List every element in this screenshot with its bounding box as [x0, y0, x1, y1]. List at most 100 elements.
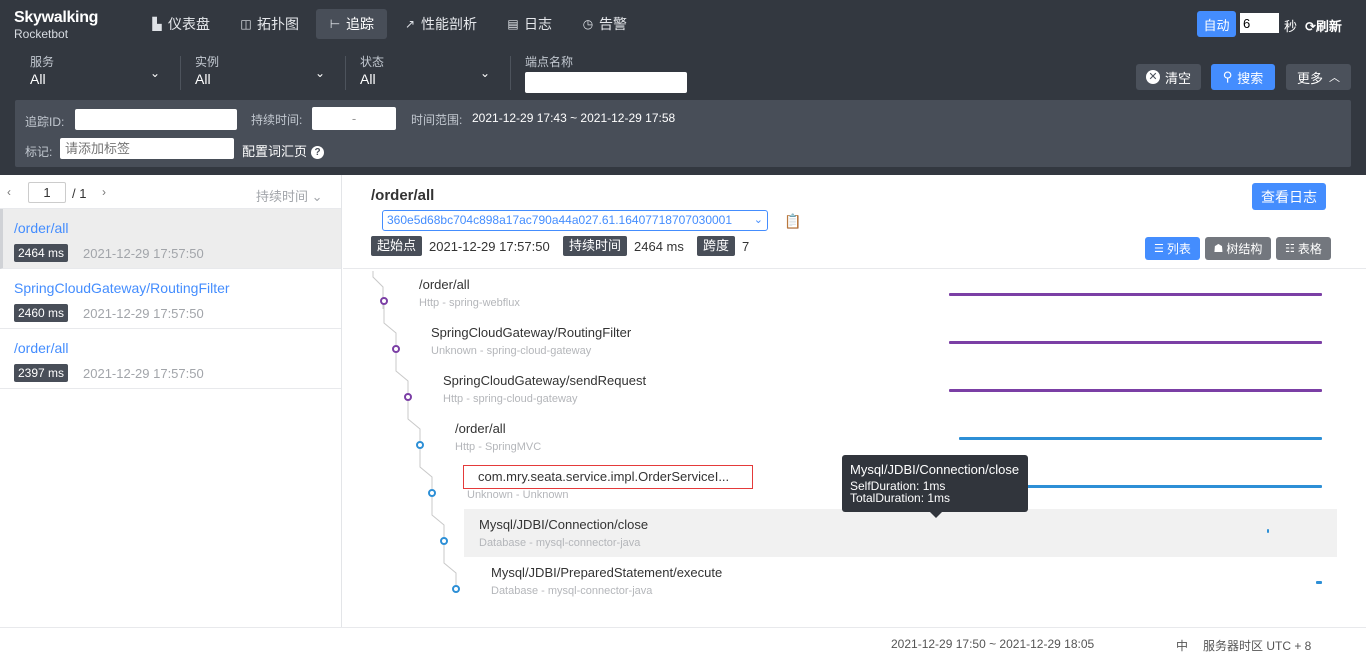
profile-icon: ↗ — [404, 17, 416, 31]
instance-value: All — [195, 71, 211, 87]
duration-value: 2464 ms — [634, 239, 684, 254]
span-count-tag: 跨度 — [697, 236, 736, 256]
trace-time: 2021-12-29 17:57:50 — [83, 246, 204, 261]
chevron-right-icon[interactable]: › — [102, 185, 106, 199]
trace-title: /order/all — [371, 187, 435, 204]
instance-select[interactable]: 实例 All ⌄ — [195, 54, 325, 92]
table-icon: ☷ — [1285, 243, 1295, 255]
trace-id-select[interactable]: 360e5d68bc704c898a17ac790a44a027.61.1640… — [382, 210, 768, 231]
span-name: SpringCloudGateway/sendRequest — [443, 373, 647, 388]
language-toggle[interactable]: 中 — [1176, 637, 1188, 654]
clipboard-icon[interactable]: 📋 — [784, 213, 801, 230]
span-duration-bar[interactable] — [1316, 581, 1322, 584]
brand-name: Skywalking — [14, 9, 99, 26]
more-button[interactable]: 更多 ︿ — [1286, 64, 1351, 90]
pagination: ‹ / 1 › 持续时间 ⌄ — [0, 175, 341, 209]
trace-duration-badge: 2464 ms — [14, 244, 69, 262]
span-name: /order/all — [455, 421, 506, 436]
span-duration-bar[interactable] — [949, 293, 1322, 296]
logo: Skywalking Rocketbot — [14, 9, 114, 41]
trace-list-item[interactable]: SpringCloudGateway/RoutingFilter 2460 ms… — [0, 269, 341, 329]
nav-alarm[interactable]: ◷ 告警 — [569, 9, 640, 39]
alarm-icon: ◷ — [582, 17, 594, 31]
trace-name: /order/all — [14, 340, 69, 356]
clear-button[interactable]: ✕ 清空 — [1136, 64, 1201, 90]
span-row[interactable]: /order/all Http - spring-webflux — [343, 269, 1366, 317]
trace-id-value: 360e5d68bc704c898a17ac790a44a027.61.1640… — [387, 213, 733, 227]
duration-input[interactable] — [312, 107, 396, 130]
duration-tag: 持续时间 — [563, 236, 628, 256]
trace-list-item[interactable]: /order/all 2397 ms 2021-12-29 17:57:50 — [0, 329, 341, 389]
service-label: 服务 — [30, 55, 55, 69]
divider — [345, 56, 346, 90]
tags-input[interactable] — [60, 138, 234, 159]
help-icon[interactable]: ? — [311, 146, 325, 159]
sort-label: 持续时间 — [256, 189, 309, 204]
trace-icon: ⊢ — [329, 17, 341, 31]
span-row[interactable]: Mysql/JDBI/PreparedStatement/execute Data… — [343, 557, 1366, 605]
search-icon: ⚲ — [1222, 69, 1233, 84]
span-duration-bar[interactable] — [1267, 529, 1270, 533]
tooltip-total-duration: TotalDuration: 1ms — [850, 491, 951, 505]
config-vocab-link[interactable]: 配置词汇页? — [242, 141, 325, 160]
view-logs-button[interactable]: 查看日志 — [1252, 183, 1326, 210]
instance-label: 实例 — [195, 55, 220, 69]
time-range-value[interactable]: 2021-12-29 17:43 ~ 2021-12-29 17:58 — [472, 111, 675, 125]
span-duration-bar[interactable] — [949, 389, 1322, 392]
refresh-interval-input[interactable] — [1240, 13, 1279, 33]
span-component: Database - mysql-connector-java — [491, 585, 653, 597]
refresh-button[interactable]: ⟳刷新 — [1305, 16, 1342, 35]
service-select[interactable]: 服务 All ⌄ — [30, 54, 160, 92]
nav-trace[interactable]: ⊢ 追踪 — [316, 9, 387, 39]
span-row[interactable]: SpringCloudGateway/sendRequest Http - spr… — [343, 365, 1366, 413]
trace-name: SpringCloudGateway/RoutingFilter — [14, 280, 230, 296]
span-row[interactable]: SpringCloudGateway/RoutingFilter Unknown … — [343, 317, 1366, 365]
clear-label: 清空 — [1164, 70, 1191, 86]
auto-refresh-button[interactable]: 自动 — [1197, 11, 1236, 37]
view-table-label: 表格 — [1297, 242, 1322, 256]
time-range-label: 时间范围: — [411, 113, 463, 127]
nav-log[interactable]: ▤ 日志 — [494, 9, 565, 39]
nav-dashboard[interactable]: ▙ 仪表盘 — [138, 9, 223, 39]
log-icon: ▤ — [507, 17, 519, 31]
chevron-down-icon: ⌄ — [311, 189, 323, 204]
close-icon: ✕ — [1145, 70, 1160, 84]
config-vocab-label: 配置词汇页 — [242, 144, 308, 159]
span-row[interactable]: Mysql/JDBI/Connection/close Database - my… — [464, 509, 1337, 557]
nav-log-label: 日志 — [524, 16, 552, 32]
trace-detail-panel: /order/all 360e5d68bc704c898a17ac790a44a… — [343, 175, 1366, 627]
span-row[interactable]: /order/all Http - SpringMVC — [343, 413, 1366, 461]
nav-topology[interactable]: ◫ 拓扑图 — [227, 9, 312, 39]
endpoint-input[interactable] — [525, 72, 687, 93]
footer-time-range[interactable]: 2021-12-29 17:50 ~ 2021-12-29 18:05 — [891, 637, 1094, 651]
dashboard-icon: ▙ — [152, 17, 162, 31]
start-time-value: 2021-12-29 17:57:50 — [429, 239, 550, 254]
endpoint-label: 端点名称 — [525, 55, 574, 69]
footer: 2021-12-29 17:50 ~ 2021-12-29 18:05 中 服务… — [0, 627, 1366, 657]
view-tree-button[interactable]: ☗ 树结构 — [1205, 237, 1271, 260]
page-total: / 1 — [72, 186, 87, 201]
list-icon: ☰ — [1154, 243, 1164, 255]
trace-time: 2021-12-29 17:57:50 — [83, 366, 204, 381]
tooltip-title: Mysql/JDBI/Connection/close — [850, 462, 1020, 477]
nav-alarm-label: 告警 — [599, 16, 627, 32]
service-value: All — [30, 71, 46, 87]
view-table-button[interactable]: ☷ 表格 — [1276, 237, 1331, 260]
view-list-button[interactable]: ☰ 列表 — [1145, 237, 1200, 260]
chevron-left-icon[interactable]: ‹ — [7, 185, 11, 199]
nav-profile[interactable]: ↗ 性能剖析 — [391, 9, 490, 39]
search-button[interactable]: ⚲ 搜索 — [1211, 64, 1275, 90]
span-duration-bar[interactable] — [959, 437, 1322, 440]
chevron-down-icon: ⌄ — [753, 214, 763, 226]
page-input[interactable] — [28, 182, 66, 203]
span-duration-bar[interactable] — [949, 341, 1322, 344]
trace-list-item[interactable]: /order/all 2464 ms 2021-12-29 17:57:50 — [0, 209, 341, 269]
trace-id-input[interactable] — [75, 109, 237, 130]
filter-bar: 服务 All ⌄ 实例 All ⌄ 状态 All ⌄ 端点名称 ✕ 清空 ⚲ 搜索 … — [0, 48, 1366, 175]
top-bar: Skywalking Rocketbot ▙ 仪表盘 ◫ 拓扑图 ⊢ 追踪 ↗ 性能剖析… — [0, 0, 1366, 48]
status-value: All — [360, 71, 376, 87]
view-list-label: 列表 — [1166, 242, 1191, 256]
span-component: Unknown - Unknown — [467, 489, 569, 501]
status-select[interactable]: 状态 All ⌄ — [360, 54, 490, 92]
sort-select[interactable]: 持续时间 ⌄ — [256, 186, 323, 205]
